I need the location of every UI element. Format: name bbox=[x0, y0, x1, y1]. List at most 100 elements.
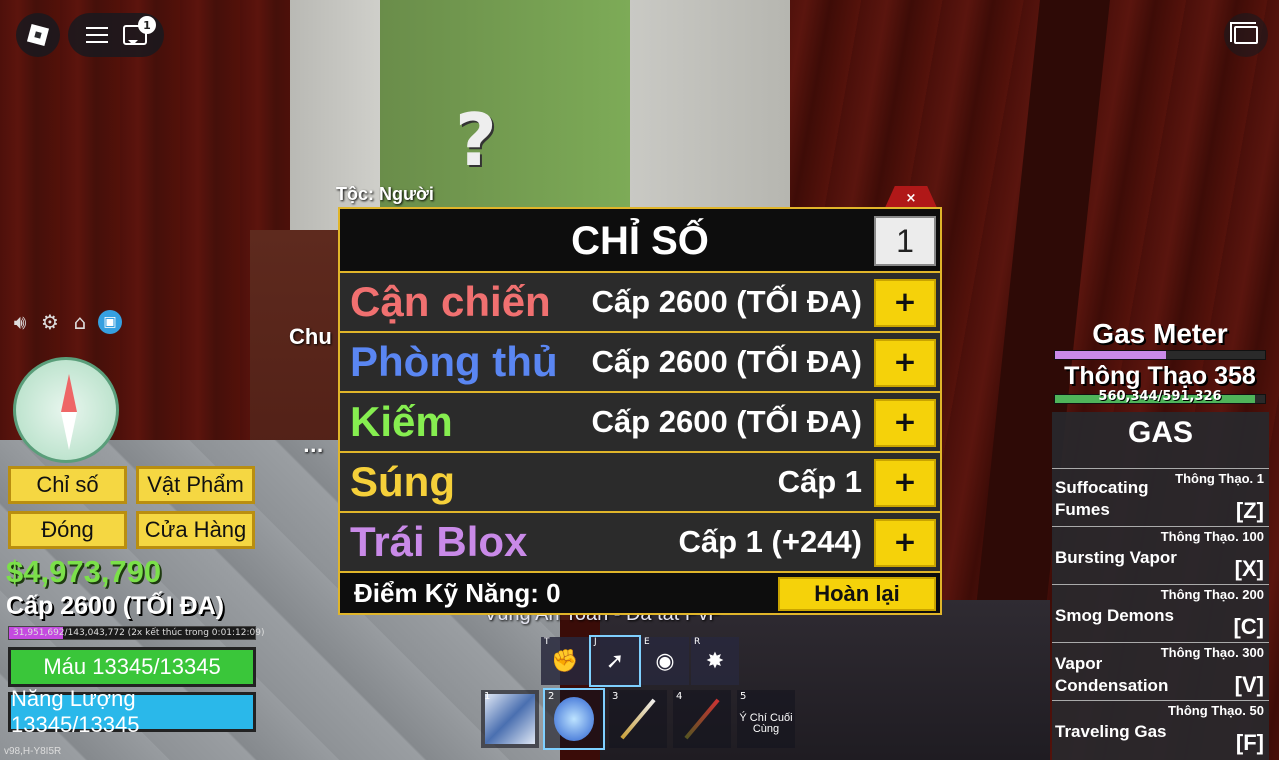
gas-meter-title: Gas Meter bbox=[1092, 318, 1228, 349]
skill-requirement: Thông Thạo. 300 bbox=[1160, 645, 1264, 660]
hotbar-slot-4[interactable]: 4 bbox=[673, 690, 731, 748]
compass-icon[interactable] bbox=[13, 357, 119, 463]
speaker-icon[interactable]: 🔊︎ bbox=[8, 310, 32, 334]
sword-icon bbox=[620, 698, 656, 740]
stat-row-gun: Súng Cấp 1 + bbox=[340, 453, 940, 513]
stat-name: Phòng thủ bbox=[350, 338, 558, 385]
npc-race-label: Tộc: Người bbox=[336, 184, 434, 204]
slot-number: 1 bbox=[484, 691, 491, 702]
eye-move-icon: ◉ bbox=[655, 648, 675, 674]
window-icon bbox=[1230, 22, 1258, 44]
quick-icon-row: 🔊︎ ⚙︎ ⌂ ▣ bbox=[8, 310, 122, 334]
hotbar-slot-5[interactable]: 5 Ý Chí Cuối Cùng bbox=[737, 690, 795, 748]
move-key-label: R bbox=[694, 637, 701, 647]
shop-button[interactable]: Cửa Hàng bbox=[136, 511, 255, 549]
reset-stats-button[interactable]: Hoàn lại bbox=[778, 577, 936, 611]
skill-keybind: [C] bbox=[1233, 614, 1264, 639]
stats-button[interactable]: Chỉ số bbox=[8, 466, 127, 504]
skill-keybind: [Z] bbox=[1235, 498, 1264, 523]
skill-name: Smog Demons bbox=[1055, 606, 1175, 625]
stat-row-blox-fruit: Trái Blox Cấp 1 (+244) + bbox=[340, 513, 940, 573]
add-sword-button[interactable]: + bbox=[874, 399, 936, 447]
mastery-level: Thông Thạo 358 bbox=[1064, 362, 1256, 390]
move-slot-j[interactable]: J ➚ bbox=[589, 635, 641, 687]
add-melee-button[interactable]: + bbox=[874, 279, 936, 327]
gas-meter-fill bbox=[1055, 351, 1167, 359]
skill-requirement: Thông Thạo. 100 bbox=[1160, 529, 1264, 544]
window-toggle-button[interactable] bbox=[1224, 13, 1268, 57]
skill-keybind: [V] bbox=[1234, 672, 1264, 697]
skill-row[interactable]: Traveling Gas Thông Thạo. 50 [F] bbox=[1052, 700, 1269, 758]
skill-row[interactable]: Bursting Vapor Thông Thạo. 100 [X] bbox=[1052, 526, 1269, 584]
stat-value: Cấp 1 (+244) bbox=[678, 524, 862, 559]
fruit-item-icon bbox=[485, 694, 535, 744]
xp-text: 31,951,692/143,043,772 (2x kết thúc tron… bbox=[13, 628, 265, 638]
stat-value: Cấp 2600 (TỐI ĐA) bbox=[591, 284, 862, 319]
roblox-logo-icon bbox=[26, 23, 50, 47]
level-display: Cấp 2600 (TỐI ĐA) bbox=[6, 592, 225, 620]
money-display: $4,973,790 bbox=[6, 554, 162, 589]
wing-move-icon: ✸ bbox=[705, 648, 725, 674]
stat-name: Kiếm bbox=[350, 398, 453, 445]
move-key-label: T bbox=[544, 637, 550, 647]
gas-meter-bar bbox=[1054, 350, 1266, 360]
dash-move-icon: ➚ bbox=[605, 648, 625, 674]
move-slot-r[interactable]: R ✸ bbox=[691, 637, 739, 685]
quest-marker: ? bbox=[455, 98, 497, 182]
hamburger-menu-icon[interactable] bbox=[85, 27, 108, 43]
skill-keybind: [X] bbox=[1234, 556, 1264, 581]
stat-row-defense: Phòng thủ Cấp 2600 (TỐI ĐA) + bbox=[340, 333, 940, 393]
hotbar-slot-1[interactable]: 1 bbox=[481, 690, 539, 748]
items-button[interactable]: Vật Phẩm bbox=[136, 466, 255, 504]
roblox-menu-button[interactable] bbox=[16, 13, 60, 57]
chat-unread-badge: 1 bbox=[138, 16, 156, 34]
skill-requirement: Thông Thạo. 1 bbox=[1175, 471, 1264, 486]
close-menu-button[interactable]: Đóng bbox=[8, 511, 127, 549]
move-slot-e[interactable]: E ◉ bbox=[641, 637, 689, 685]
skill-row[interactable]: Suffocating Fumes Thông Thạo. 1 [Z] bbox=[1052, 468, 1269, 526]
add-defense-button[interactable]: + bbox=[874, 339, 936, 387]
fist-move-icon: ✊ bbox=[551, 648, 579, 674]
gas-fruit-icon bbox=[554, 697, 594, 741]
slot-number: 5 bbox=[740, 691, 747, 702]
stat-value: Cấp 2600 (TỐI ĐA) bbox=[591, 404, 862, 439]
stat-row-sword: Kiếm Cấp 2600 (TỐI ĐA) + bbox=[340, 393, 940, 453]
skill-name: Traveling Gas bbox=[1055, 722, 1167, 741]
slot-number: 3 bbox=[612, 691, 619, 702]
skill-requirement: Thông Thạo. 50 bbox=[1167, 703, 1264, 718]
points-amount-input[interactable]: 1 bbox=[874, 216, 936, 266]
npc-dialog-ellipsis: ... bbox=[303, 436, 324, 457]
stats-panel-title: CHỈ SỐ bbox=[571, 219, 709, 263]
energy-bar: Năng Lượng 13345/13345 bbox=[8, 686, 256, 737]
stat-name: Trái Blox bbox=[350, 518, 528, 565]
move-key-label: E bbox=[644, 637, 650, 647]
move-slot-t[interactable]: T ✊ bbox=[541, 637, 589, 685]
stat-value: Cấp 1 bbox=[777, 464, 862, 499]
stats-panel-footer: Điểm Kỹ Năng: 0 Hoàn lại bbox=[340, 573, 940, 613]
gift-icon[interactable]: ▣ bbox=[98, 310, 122, 334]
stats-panel-header: CHỈ SỐ 1 bbox=[340, 209, 940, 273]
skill-points-label: Điểm Kỹ Năng: 0 bbox=[354, 578, 561, 608]
add-gun-button[interactable]: + bbox=[874, 459, 936, 507]
stat-value: Cấp 2600 (TỐI ĐA) bbox=[591, 344, 862, 379]
skill-requirement: Thông Thạo. 200 bbox=[1160, 587, 1264, 602]
health-bar: Máu 13345/13345 bbox=[8, 647, 256, 687]
stats-panel: CHỈ SỐ 1 Cận chiến Cấp 2600 (TỐI ĐA) + P… bbox=[338, 207, 942, 615]
stat-name: Súng bbox=[350, 458, 455, 505]
hotbar-slot-3[interactable]: 3 bbox=[609, 690, 667, 748]
skills-panel-title: GAS bbox=[1127, 416, 1193, 449]
skill-name: Suffocating Fumes bbox=[1055, 478, 1149, 519]
skill-keybind: [F] bbox=[1235, 730, 1264, 755]
hotbar-slot-2[interactable]: 2 bbox=[543, 688, 605, 750]
slot-item-label: Ý Chí Cuối Cùng bbox=[739, 712, 793, 735]
move-key-label: J bbox=[594, 637, 597, 647]
slot-number: 4 bbox=[676, 691, 683, 702]
skill-row[interactable]: Vapor Condensation Thông Thạo. 300 [V] bbox=[1052, 642, 1269, 700]
gear-icon[interactable]: ⚙︎ bbox=[38, 310, 62, 334]
gas-skills-panel: GAS Suffocating Fumes Thông Thạo. 1 [Z] … bbox=[1052, 412, 1269, 760]
skill-row[interactable]: Smog Demons Thông Thạo. 200 [C] bbox=[1052, 584, 1269, 642]
house-icon[interactable]: ⌂ bbox=[68, 310, 92, 334]
compass-needle-north bbox=[61, 374, 77, 412]
add-blox-fruit-button[interactable]: + bbox=[874, 519, 936, 567]
xp-bar: 31,951,692/143,043,772 (2x kết thúc tron… bbox=[8, 626, 265, 640]
